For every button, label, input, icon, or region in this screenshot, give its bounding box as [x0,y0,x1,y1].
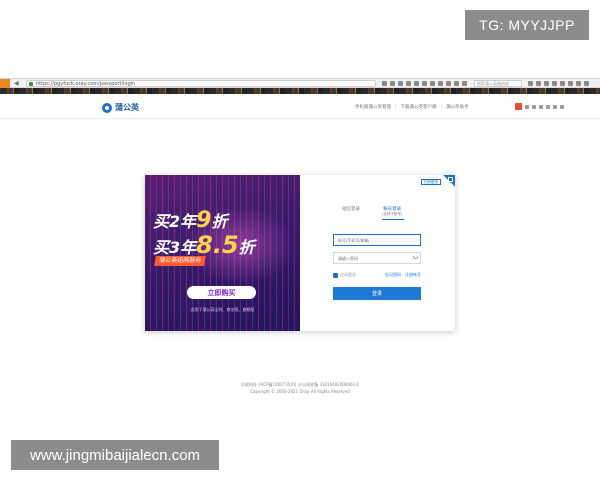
extension-icon[interactable] [390,81,395,86]
watermark: www.jingmibaijialecn.com [11,440,219,470]
extension-icon[interactable] [536,81,541,86]
header-link-download[interactable]: 下载蒲公英客户端 [401,104,437,110]
extension-icon[interactable] [422,81,427,86]
auto-login-label: 自动登录 [340,272,356,277]
site-logo[interactable]: 蒲公英 [102,102,139,113]
promo-headline-1: 买2年9折 [153,208,227,233]
register-link[interactable]: 注册帐号 [405,272,421,278]
site-header: 蒲公英 手机版蒲公英管理 | 下载蒲公英客户端 | 蒲公英助手 [0,98,600,120]
address-text: https://pgyfuck.oray.com/passport/login [36,81,136,87]
extension-icon[interactable] [552,81,557,86]
login-card: 买2年9折 买3年8.5折 蒲公英组网服务 立即购买 适用于蒲公英全线、商业版、… [145,175,455,331]
address-bar[interactable]: https://pgyfuck.oray.com/passport/login [26,80,376,87]
tab-account-sub: (支持子帐号) [382,212,403,216]
promo-headline-2: 买3年8.5折 [153,231,255,259]
promo-discount: 8.5 [196,231,239,259]
promo-tag: 蒲公英组网服务 [154,256,206,266]
lang-icon[interactable] [525,104,529,109]
footer-copyright: Copyright © 2000-2021 Oray. All Rights R… [250,389,350,394]
promo-discount: 9 [196,208,212,233]
qr-login-tag[interactable]: 扫码登录 [421,179,441,185]
promo-text: 买2年 [153,212,197,231]
extension-icon[interactable] [414,81,419,86]
promo-note: 适用于蒲公英全线、商业版、旗舰版 [190,307,255,312]
extension-icon[interactable] [544,81,549,86]
extension-icon[interactable] [438,81,443,86]
tab-sms-login[interactable]: 短信登录 [342,206,360,212]
dandelion-logo-icon [102,102,112,113]
header-divider [0,118,600,119]
extension-icon[interactable] [568,81,573,86]
logo-text: 蒲公英 [115,103,139,112]
mic-icon[interactable] [539,104,543,109]
skin-icon[interactable] [560,104,564,109]
divider: | [395,104,397,109]
buy-now-button[interactable]: 立即购买 [187,286,256,299]
header-nav: 手机版蒲公英管理 | 下载蒲公英客户端 | 蒲公英助手 [355,104,469,110]
browser-toolbar: ◀ https://pgyfuck.oray.com/passport/logi… [0,78,600,88]
extension-icon[interactable] [454,81,459,86]
extension-icon[interactable] [398,81,403,86]
extension-icon[interactable] [462,81,467,86]
auto-login-checkbox[interactable] [333,273,338,278]
keyboard-icon[interactable] [546,104,550,109]
browser-logo-icon [0,79,10,88]
qr-code-icon[interactable] [443,175,455,187]
promo-text: 买3年 [153,238,197,257]
browser-search-input[interactable]: 搜索蒲公英路由器 [474,80,522,87]
footer-icp: 贝锐科技 沪ICP备10007354号 沪公网安备 31010402000061… [240,382,360,387]
extension-icon[interactable] [560,81,565,86]
tg-badge: TG: MYYJJPP [465,10,589,40]
header-link-mobile[interactable]: 手机版蒲公英管理 [355,104,391,110]
back-icon[interactable]: ◀ [14,80,22,87]
extension-icon[interactable] [406,81,411,86]
promo-banner[interactable]: 买2年9折 买3年8.5折 蒲公英组网服务 立即购买 适用于蒲公英全线、商业版、… [145,175,300,331]
moon-icon[interactable] [532,104,536,109]
lock-icon [29,82,33,86]
extension-icon[interactable] [446,81,451,86]
promo-text: 折 [211,212,228,231]
password-input[interactable] [333,252,421,264]
star-icon[interactable] [382,81,387,86]
forgot-password-link[interactable]: 忘记密码 [385,272,401,278]
tab-account-login[interactable]: 帐号登录 (支持子帐号) [382,206,402,217]
extension-icon[interactable] [528,81,533,86]
extension-icon[interactable] [576,81,581,86]
extension-icon[interactable] [430,81,435,86]
settings-icon[interactable] [553,104,557,109]
page-footer: 贝锐科技 沪ICP备10007354号 沪公网安备 31010402000061… [0,381,600,395]
active-tab-indicator [382,219,404,220]
bookmarks-bar [0,88,600,94]
login-button[interactable]: 登录 [333,287,421,300]
promo-text: 折 [238,238,255,257]
header-link-assistant[interactable]: 蒲公英助手 [446,104,469,110]
divider: | [440,104,443,109]
sogou-icon[interactable] [515,103,522,110]
login-panel: 扫码登录 短信登录 帐号登录 (支持子帐号) 自动登录 忘记密码 注册帐号 登录 [300,175,455,331]
account-input[interactable] [333,234,421,246]
menu-icon[interactable] [584,81,589,86]
header-icon-group [515,103,564,110]
